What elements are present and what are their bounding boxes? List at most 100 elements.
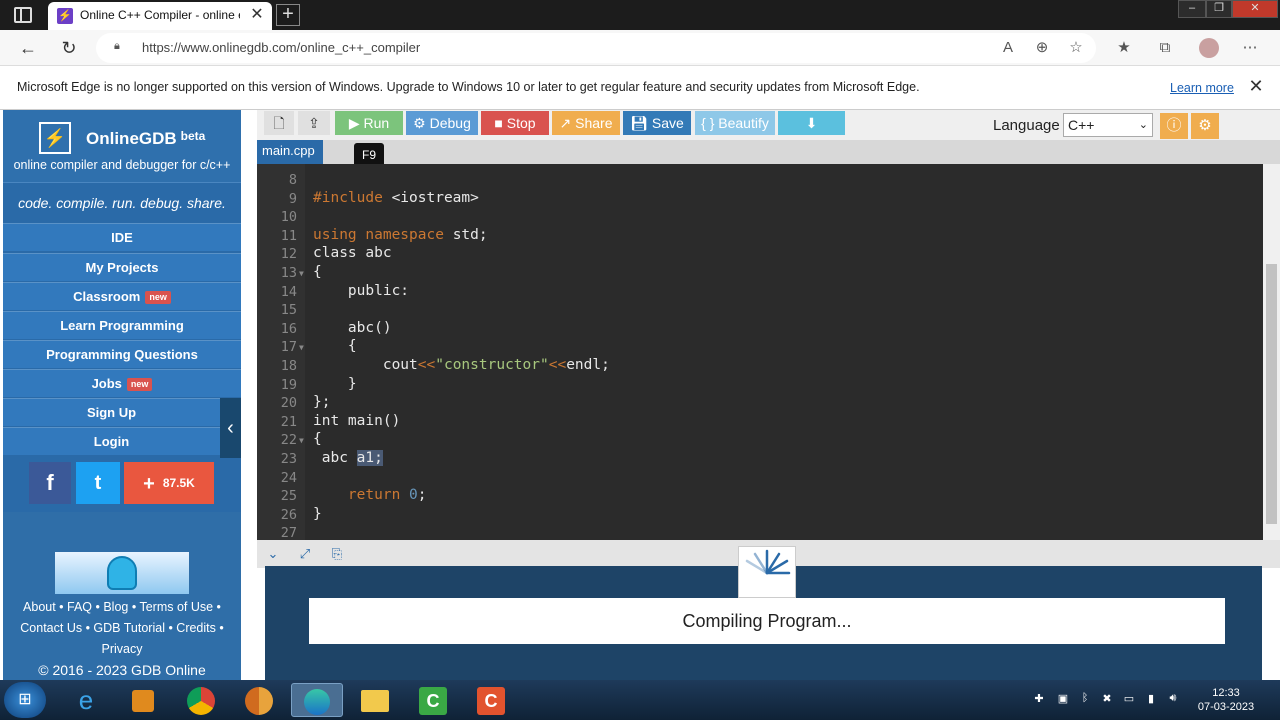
back-icon[interactable]: ← bbox=[16, 36, 40, 60]
profile-avatar-icon[interactable] bbox=[1199, 38, 1219, 58]
sidebar-footer: About • FAQ • Blog • Terms of Use • Cont… bbox=[3, 512, 241, 680]
system-clock[interactable]: 12:33 07-03-2023 bbox=[1196, 686, 1256, 714]
twitter-icon[interactable]: t bbox=[76, 462, 120, 504]
refresh-icon[interactable]: ↻ bbox=[57, 36, 81, 60]
line-number: 16 bbox=[280, 320, 297, 337]
share-label: Share bbox=[575, 115, 613, 131]
run-button[interactable]: ▶ Run bbox=[335, 111, 403, 135]
menu-icon[interactable]: ⋯ bbox=[1240, 38, 1260, 58]
maximize-icon[interactable]: ❐ bbox=[1206, 0, 1232, 18]
fold-toggle-icon[interactable]: ▼ bbox=[299, 436, 304, 445]
sidebar-item-label: Jobs bbox=[91, 376, 122, 391]
sidebar-item-login[interactable]: Login bbox=[3, 427, 220, 455]
sidebar-item-classroom[interactable]: Classroom new bbox=[3, 282, 241, 310]
share-count-button[interactable]: +87.5K bbox=[124, 462, 214, 504]
collapse-output-icon[interactable]: ⌄ bbox=[265, 546, 281, 562]
code-line[interactable]: { bbox=[313, 264, 322, 280]
info-icon[interactable]: ⓘ bbox=[1160, 113, 1188, 139]
favorites-icon[interactable]: ★ bbox=[1114, 38, 1134, 58]
tab-close-icon[interactable]: ✕ bbox=[248, 6, 266, 24]
sidebar-item-jobs[interactable]: Jobs new bbox=[3, 369, 241, 397]
start-button-icon[interactable]: ⊞ bbox=[4, 682, 46, 718]
code-line[interactable]: int main() bbox=[313, 413, 400, 429]
code-line[interactable]: { bbox=[313, 431, 322, 447]
code-line[interactable]: } bbox=[313, 506, 322, 522]
internet-explorer-icon[interactable]: e bbox=[60, 683, 112, 717]
action-center-icon[interactable]: ▭ bbox=[1122, 692, 1136, 706]
expand-output-icon[interactable]: ⤢ bbox=[297, 546, 313, 562]
fold-toggle-icon[interactable]: ▼ bbox=[299, 269, 304, 278]
debug-button[interactable]: ⚙ Debug bbox=[406, 111, 478, 135]
sidebar-item-ide[interactable]: IDE bbox=[3, 223, 241, 251]
sidebar-item-learn-programming[interactable]: Learn Programming bbox=[3, 311, 241, 339]
footer-links-2[interactable]: Contact Us • GDB Tutorial • Credits • bbox=[3, 621, 241, 635]
code-line[interactable]: } bbox=[313, 376, 357, 392]
sidebar-item-sign-up[interactable]: Sign Up bbox=[3, 398, 220, 426]
line-number: 25 bbox=[280, 488, 297, 505]
editor-scrollbar[interactable] bbox=[1263, 164, 1280, 540]
chrome-canary-icon[interactable] bbox=[233, 683, 285, 717]
scrollbar-thumb[interactable] bbox=[1266, 264, 1277, 524]
footer-privacy-link[interactable]: Privacy bbox=[3, 642, 241, 656]
code-line[interactable]: public: bbox=[313, 283, 409, 299]
code-line[interactable]: }; bbox=[313, 394, 330, 410]
fold-toggle-icon[interactable]: ▼ bbox=[299, 343, 304, 352]
footer-links-1[interactable]: About • FAQ • Blog • Terms of Use • bbox=[3, 600, 241, 614]
new-tab-button[interactable]: + bbox=[276, 4, 300, 26]
bluetooth-icon[interactable]: ᛒ bbox=[1078, 692, 1092, 706]
brand-header[interactable]: ⚡ OnlineGDB beta online compiler and debu… bbox=[3, 110, 241, 182]
download-icon[interactable]: ⬇ bbox=[778, 111, 845, 135]
code-line[interactable]: cout<<"constructor"<<endl; bbox=[313, 357, 610, 373]
stop-button[interactable]: ■ Stop bbox=[481, 111, 549, 135]
read-aloud-icon[interactable]: A bbox=[998, 38, 1018, 58]
camtasia-icon[interactable]: C bbox=[407, 683, 459, 717]
collapse-sidebar-icon[interactable]: ‹ bbox=[220, 398, 241, 458]
edge-icon[interactable] bbox=[291, 683, 343, 717]
sidebar-item-my-projects[interactable]: My Projects bbox=[3, 253, 241, 281]
upload-icon[interactable]: ⇪ bbox=[298, 111, 330, 135]
url-field[interactable]: 🔒︎ https://www.onlinegdb.com/online_c++_… bbox=[96, 33, 1096, 63]
code-line[interactable]: { bbox=[313, 338, 357, 354]
chrome-icon[interactable] bbox=[175, 683, 227, 717]
tab-actions-icon[interactable] bbox=[14, 7, 32, 23]
infobar-close-icon[interactable]: ✕ bbox=[1246, 76, 1266, 96]
learn-more-link[interactable]: Learn more bbox=[1170, 81, 1234, 95]
facebook-icon[interactable]: f bbox=[29, 462, 71, 504]
sponsor-banner[interactable] bbox=[55, 552, 189, 594]
file-explorer-icon[interactable] bbox=[349, 683, 401, 717]
tab-title: Online C++ Compiler - online ed bbox=[80, 8, 240, 22]
language-select[interactable]: C++ ⌄ bbox=[1063, 113, 1153, 137]
new-file-icon[interactable]: 🗋︎ bbox=[264, 111, 294, 135]
share-button[interactable]: ↗ Share bbox=[552, 111, 620, 135]
window-controls: – ❐ ✕ bbox=[1178, 0, 1278, 18]
code-line[interactable]: class abc bbox=[313, 245, 392, 261]
gear-icon[interactable]: ⚙ bbox=[1191, 113, 1219, 139]
tray-app-icon[interactable]: ✚ bbox=[1032, 692, 1046, 706]
media-player-icon[interactable] bbox=[117, 683, 169, 717]
code-line[interactable]: abc a1; bbox=[313, 450, 383, 466]
beautify-button[interactable]: { } Beautify bbox=[695, 111, 775, 135]
code-line[interactable]: return 0; bbox=[313, 487, 427, 503]
close-window-icon[interactable]: ✕ bbox=[1232, 0, 1278, 18]
code-line[interactable]: #include <iostream> bbox=[313, 190, 479, 206]
minimize-icon[interactable]: – bbox=[1178, 0, 1206, 18]
save-button[interactable]: 💾︎ Save bbox=[623, 111, 691, 135]
code-editor[interactable]: 8 9 #include <iostream> 10 11 using namespace… bbox=[257, 164, 1263, 541]
browser-tab[interactable]: ⚡ Online C++ Compiler - online ed ✕ bbox=[48, 2, 272, 30]
file-tab-main-cpp[interactable]: main.cpp bbox=[257, 140, 323, 164]
zoom-icon[interactable]: ⊕ bbox=[1032, 38, 1052, 58]
camtasia-recorder-icon[interactable]: C bbox=[465, 683, 517, 717]
sidebar-item-programming-questions[interactable]: Programming Questions bbox=[3, 340, 241, 368]
volume-icon[interactable]: 🔊︎ bbox=[1166, 692, 1180, 706]
tray-tools-icon[interactable]: ✖ bbox=[1100, 692, 1114, 706]
code-line[interactable]: abc() bbox=[313, 320, 392, 336]
tray-network-app-icon[interactable]: ▣ bbox=[1056, 692, 1070, 706]
code-line[interactable]: using namespace std; bbox=[313, 227, 488, 243]
collections-icon[interactable]: ⧉ bbox=[1155, 38, 1175, 58]
line-number: 13 bbox=[280, 265, 297, 281]
lock-icon[interactable]: 🔒︎ bbox=[114, 40, 126, 54]
copy-output-icon[interactable]: ⎘ bbox=[329, 546, 345, 562]
add-favorite-icon[interactable]: ☆ bbox=[1066, 38, 1086, 58]
power-icon[interactable]: ▮ bbox=[1144, 692, 1158, 706]
language-value: C++ bbox=[1068, 117, 1095, 133]
